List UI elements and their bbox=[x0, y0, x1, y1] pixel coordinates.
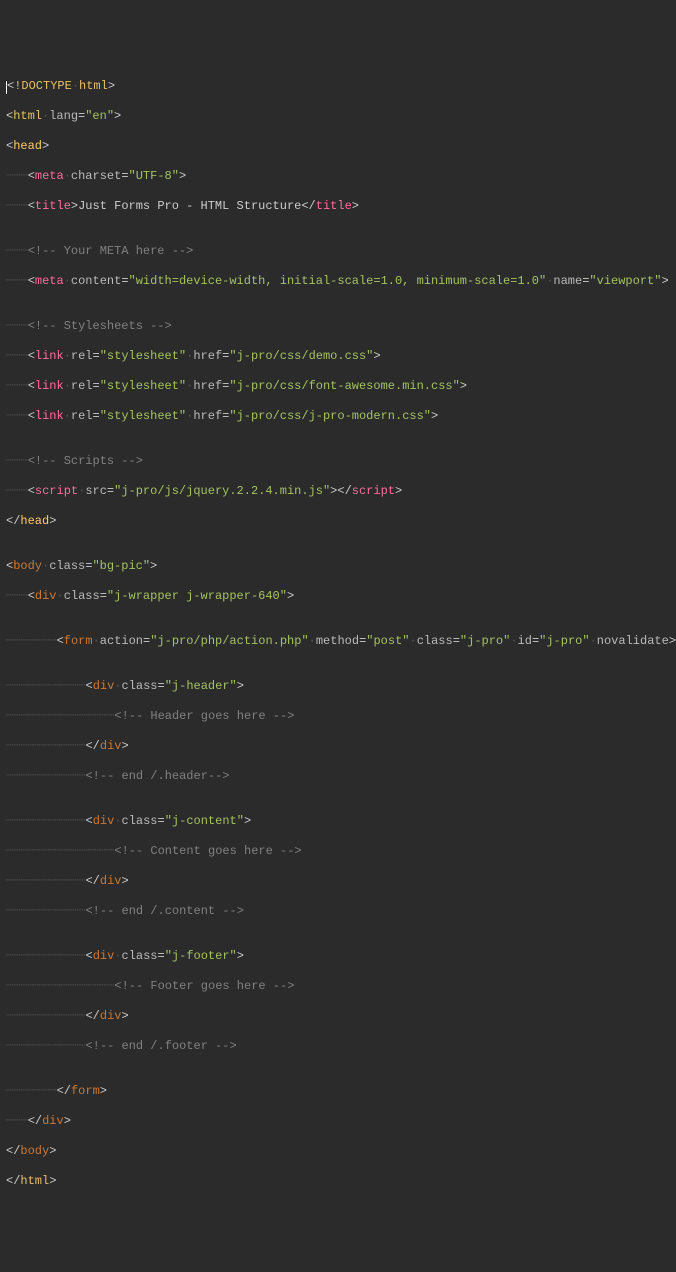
code-line: ┈┈┈┈┈┈┈┈┈┈┈┈┈┈┈<!-- Content goes here --… bbox=[6, 844, 670, 859]
code-line: ┈┈┈<meta·charset="UTF-8"> bbox=[6, 169, 670, 184]
code-line: <body·class="bg-pic"> bbox=[6, 559, 670, 574]
code-line: </html> bbox=[6, 1174, 670, 1189]
code-line: </body> bbox=[6, 1144, 670, 1159]
code-line: <html·lang="en"> bbox=[6, 109, 670, 124]
code-line: ┈┈┈┈┈┈┈┈┈┈┈┈┈┈┈<!-- Footer goes here --> bbox=[6, 979, 670, 994]
code-line: ┈┈┈<title>Just Forms Pro - HTML Structur… bbox=[6, 199, 670, 214]
code-line: ┈┈┈┈┈┈┈┈┈┈┈</div> bbox=[6, 1009, 670, 1024]
code-line: ┈┈┈┈┈┈┈┈┈┈┈┈┈┈┈<!-- Header goes here --> bbox=[6, 709, 670, 724]
text-cursor bbox=[6, 81, 7, 94]
code-line: <head> bbox=[6, 139, 670, 154]
code-line: ┈┈┈<div·class="j-wrapper j-wrapper-640"> bbox=[6, 589, 670, 604]
code-line: ┈┈┈┈┈┈┈<form·action="j-pro/php/action.ph… bbox=[6, 634, 670, 649]
code-line: <!DOCTYPE·html> bbox=[6, 79, 670, 94]
code-line: ┈┈┈┈┈┈┈</form> bbox=[6, 1084, 670, 1099]
code-line: ┈┈┈<link·rel="stylesheet"·href="j-pro/cs… bbox=[6, 349, 670, 364]
code-line: ┈┈┈<!-- Stylesheets --> bbox=[6, 319, 670, 334]
code-line: ┈┈┈┈┈┈┈┈┈┈┈</div> bbox=[6, 874, 670, 889]
code-editor[interactable]: <!DOCTYPE·html> <html·lang="en"> <head> … bbox=[6, 64, 670, 1204]
code-line: ┈┈┈<link·rel="stylesheet"·href="j-pro/cs… bbox=[6, 379, 670, 394]
code-line: ┈┈┈┈┈┈┈┈┈┈┈<!-- end /.header--> bbox=[6, 769, 670, 784]
code-line: ┈┈┈<!-- Your META here --> bbox=[6, 244, 670, 259]
code-line: ┈┈┈┈┈┈┈┈┈┈┈<div·class="j-header"> bbox=[6, 679, 670, 694]
code-line: ┈┈┈</div> bbox=[6, 1114, 670, 1129]
code-line: ┈┈┈┈┈┈┈┈┈┈┈<!-- end /.content --> bbox=[6, 904, 670, 919]
code-line: ┈┈┈<meta·content="width=device-width, in… bbox=[6, 274, 670, 289]
code-line: ┈┈┈<script·src="j-pro/js/jquery.2.2.4.mi… bbox=[6, 484, 670, 499]
code-line: ┈┈┈┈┈┈┈┈┈┈┈<!-- end /.footer --> bbox=[6, 1039, 670, 1054]
code-line: ┈┈┈<!-- Scripts --> bbox=[6, 454, 670, 469]
code-line: ┈┈┈┈┈┈┈┈┈┈┈<div·class="j-content"> bbox=[6, 814, 670, 829]
code-line: ┈┈┈┈┈┈┈┈┈┈┈</div> bbox=[6, 739, 670, 754]
code-line: ┈┈┈<link·rel="stylesheet"·href="j-pro/cs… bbox=[6, 409, 670, 424]
code-line: </head> bbox=[6, 514, 670, 529]
code-line: ┈┈┈┈┈┈┈┈┈┈┈<div·class="j-footer"> bbox=[6, 949, 670, 964]
